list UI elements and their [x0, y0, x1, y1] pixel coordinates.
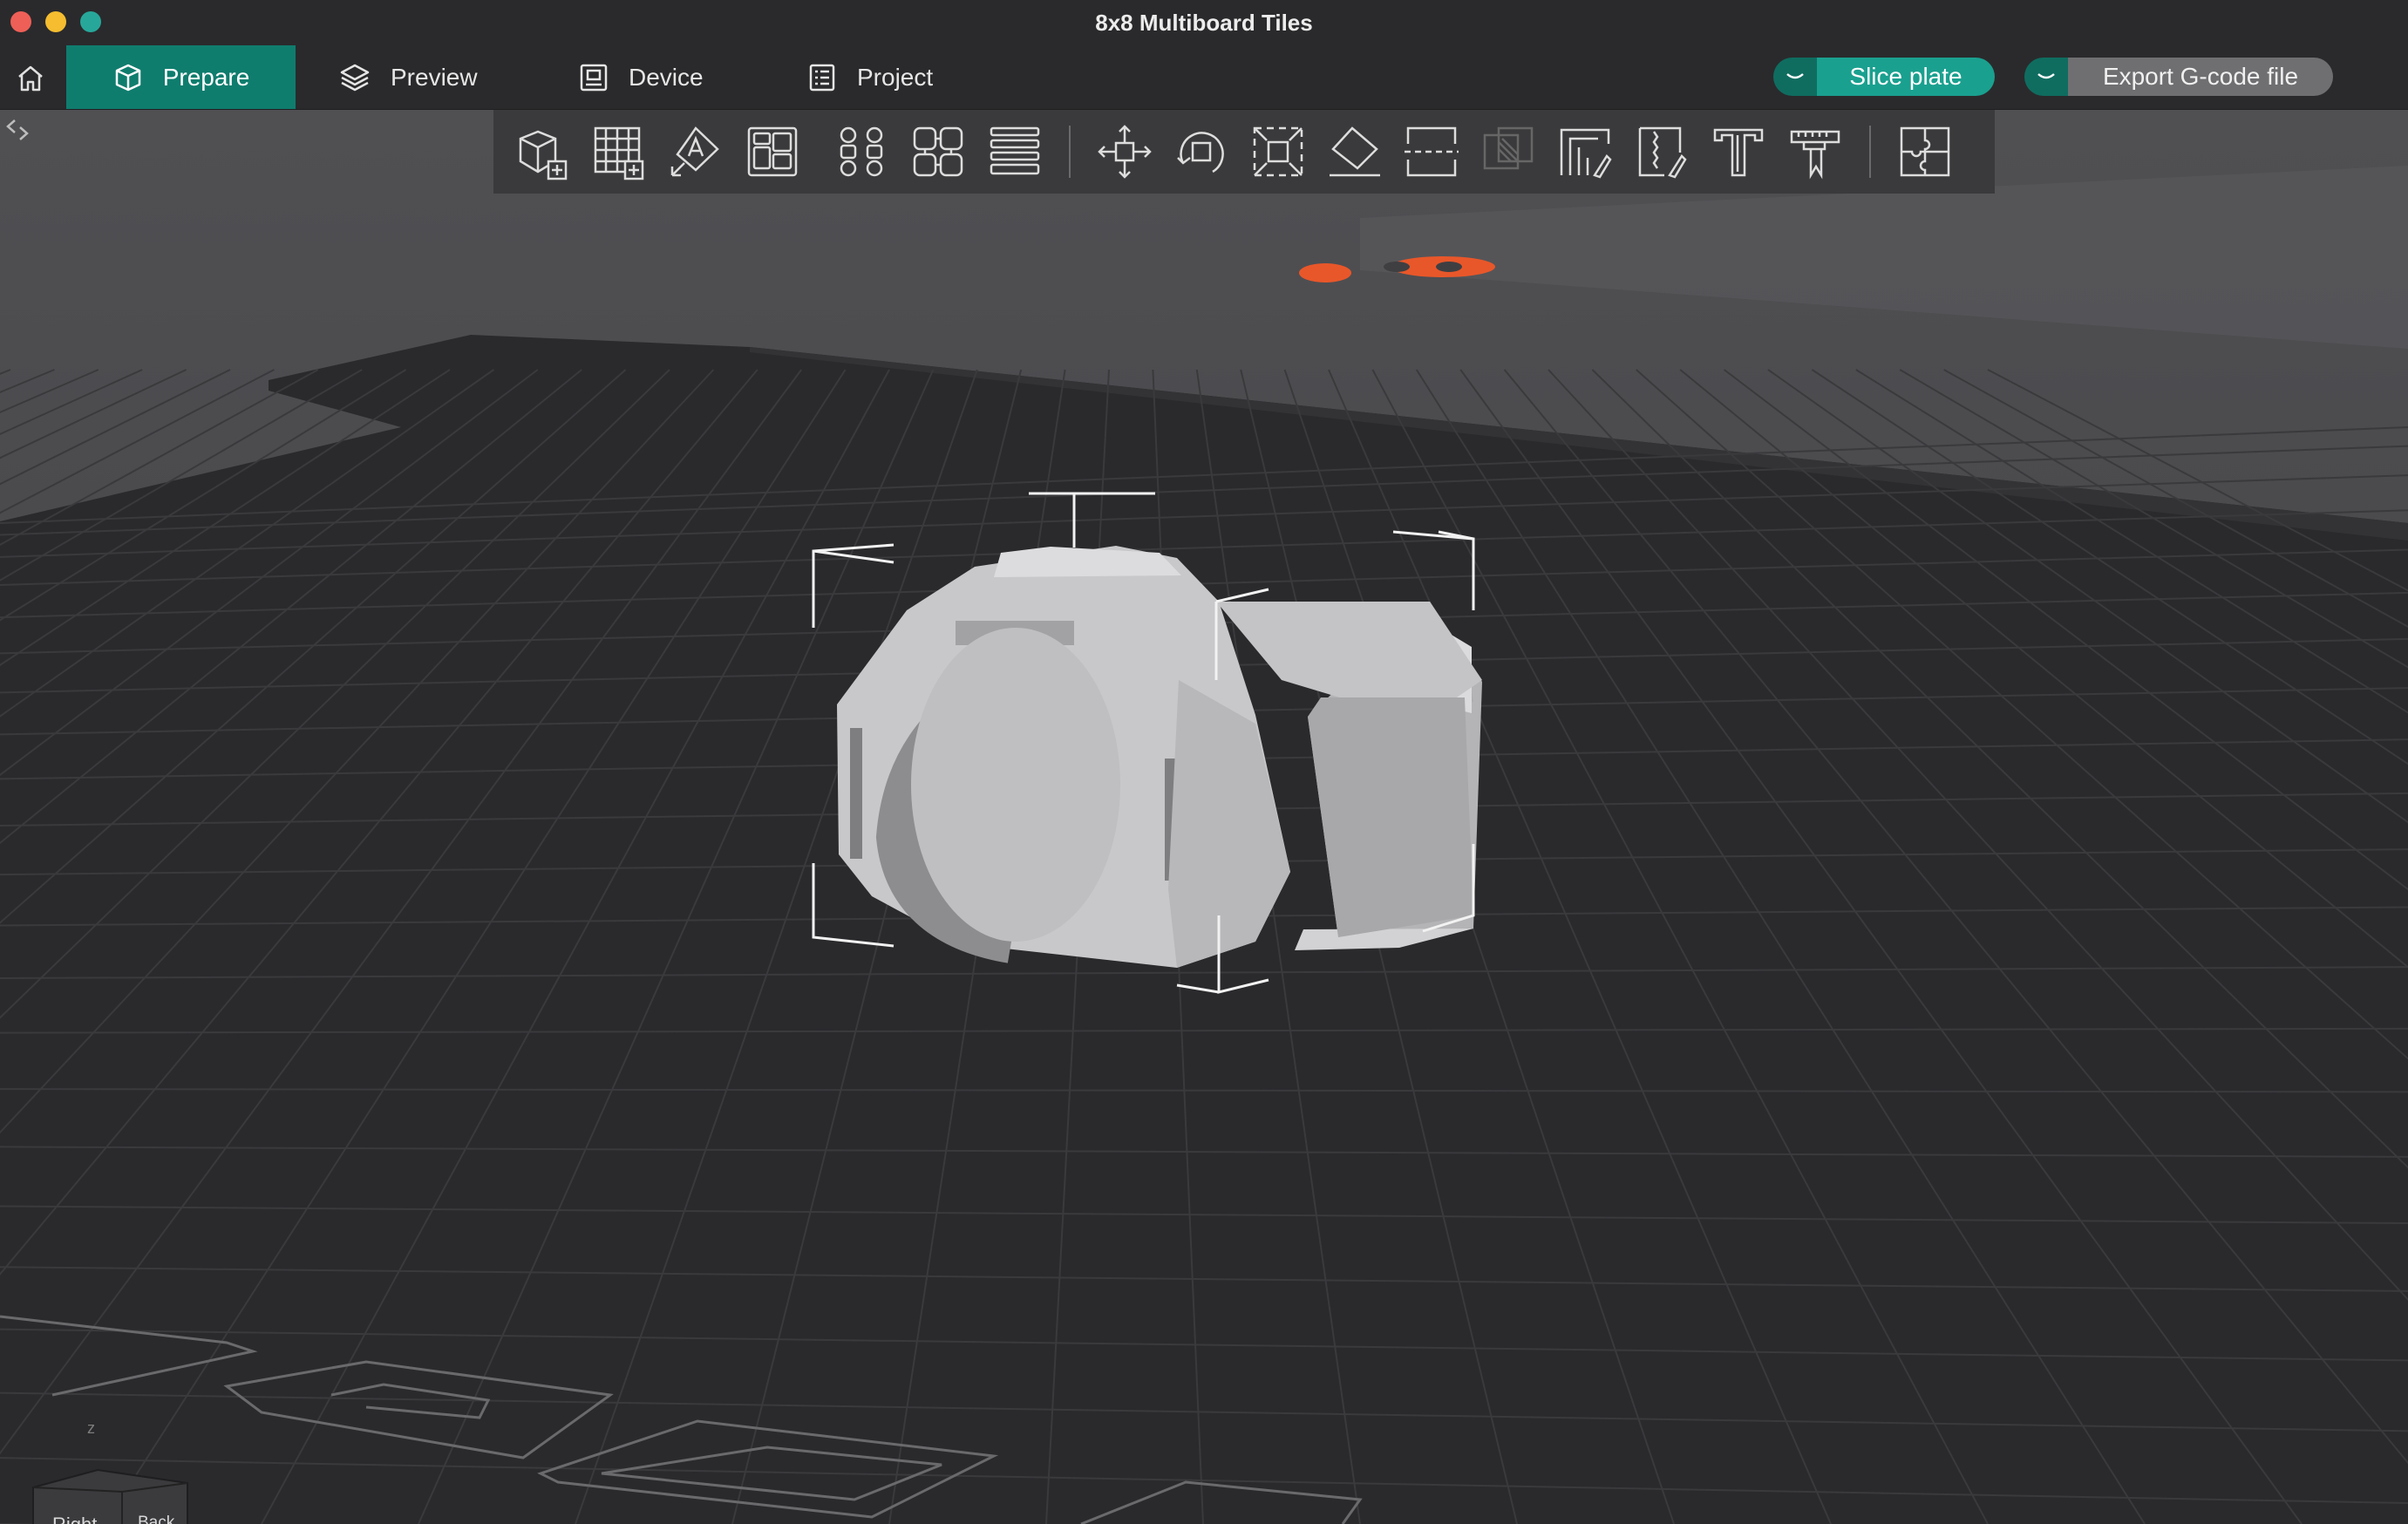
tab-prepare[interactable]: Prepare: [66, 45, 296, 109]
export-gcode-button-group: Export G-code file: [2024, 58, 2333, 96]
tool-arrange[interactable]: [734, 117, 811, 187]
chevron-down-icon: [2037, 73, 2055, 79]
export-gcode-button[interactable]: Export G-code file: [2068, 58, 2333, 96]
measure-icon: [1790, 130, 1840, 180]
view-cube-right-face[interactable]: Right: [52, 1514, 97, 1524]
tool-split-parts[interactable]: [900, 117, 976, 187]
home-button[interactable]: [9, 61, 52, 96]
collapse-arrows-icon: [6, 119, 29, 140]
tool-auto-orient[interactable]: [657, 117, 734, 187]
tool-support-painting[interactable]: [1547, 117, 1623, 187]
tool-mesh-boolean[interactable]: [1470, 117, 1547, 187]
tab-prepare-label: Prepare: [162, 63, 250, 91]
title-bar: 8x8 Multiboard Tiles: [0, 0, 2408, 45]
view-cube-back-face[interactable]: Back: [138, 1514, 174, 1524]
view-cube[interactable]: Right Back z x y: [26, 1419, 192, 1524]
chevron-down-icon: [1786, 73, 1804, 79]
home-icon: [18, 65, 43, 92]
add-object-icon: [519, 130, 568, 180]
toolbar-separator: [1069, 126, 1071, 178]
variable-layer-height-icon: [990, 126, 1040, 175]
toolbar-separator: [1869, 126, 1871, 178]
split-parts-icon: [913, 126, 963, 177]
tool-measure[interactable]: [1777, 117, 1854, 187]
rotate-icon: [1177, 132, 1224, 173]
tool-split-objects[interactable]: [823, 117, 900, 187]
tab-device-label: Device: [629, 63, 704, 91]
cube-outline-icon: [115, 64, 140, 91]
text-emboss-icon: [1713, 128, 1764, 177]
tab-project[interactable]: Project: [806, 45, 933, 109]
window-close-button[interactable]: [10, 11, 31, 32]
lay-on-face-icon: [1330, 126, 1380, 177]
tab-project-label: Project: [857, 63, 934, 91]
assembly-icon: [1900, 126, 1950, 177]
auto-orient-icon: [670, 126, 719, 177]
scale-icon: [1253, 126, 1303, 177]
tool-assembly[interactable]: [1887, 117, 1963, 187]
slice-options-dropdown[interactable]: [1773, 58, 1817, 96]
tool-text-emboss[interactable]: [1700, 117, 1777, 187]
document-list-icon: [809, 64, 835, 91]
build-plate-scene: [0, 110, 2408, 1524]
tab-preview[interactable]: Preview: [338, 45, 478, 109]
slice-plate-button[interactable]: Slice plate: [1817, 58, 1995, 96]
window-maximize-button[interactable]: [80, 11, 101, 32]
tab-preview-label: Preview: [391, 63, 478, 91]
slice-plate-button-group: Slice plate: [1773, 58, 1995, 96]
tool-move[interactable]: [1086, 117, 1163, 187]
tool-add-object[interactable]: [504, 117, 581, 187]
export-options-dropdown[interactable]: [2024, 58, 2068, 96]
window-minimize-button[interactable]: [45, 11, 66, 32]
tool-variable-layer-height[interactable]: [976, 117, 1053, 187]
axis-z-label: z: [87, 1419, 95, 1437]
tool-seam-painting[interactable]: [1623, 117, 1700, 187]
move-icon: [1098, 125, 1152, 179]
mesh-boolean-icon: [1483, 126, 1534, 170]
arrange-icon: [747, 126, 798, 177]
main-toolbar: [493, 110, 1995, 194]
device-icon: [580, 64, 608, 91]
tool-lay-on-face[interactable]: [1316, 117, 1393, 187]
split-objects-icon: [840, 126, 883, 177]
sidebar-toggle-button[interactable]: [0, 110, 35, 150]
tool-add-plate[interactable]: [581, 117, 657, 187]
add-plate-icon: [594, 126, 644, 180]
tab-device[interactable]: Device: [578, 45, 704, 109]
tool-rotate[interactable]: [1163, 117, 1240, 187]
tool-cut[interactable]: [1393, 117, 1470, 187]
3d-model[interactable]: [837, 546, 1482, 968]
seam-painting-icon: [1638, 126, 1687, 179]
support-painting-icon: [1560, 128, 1612, 179]
cut-icon: [1405, 126, 1459, 177]
layers-icon: [340, 64, 370, 91]
tool-scale[interactable]: [1240, 117, 1316, 187]
3d-viewport[interactable]: Right Back z x y: [0, 110, 2408, 1524]
window-title: 8x8 Multiboard Tiles: [1095, 9, 1313, 36]
